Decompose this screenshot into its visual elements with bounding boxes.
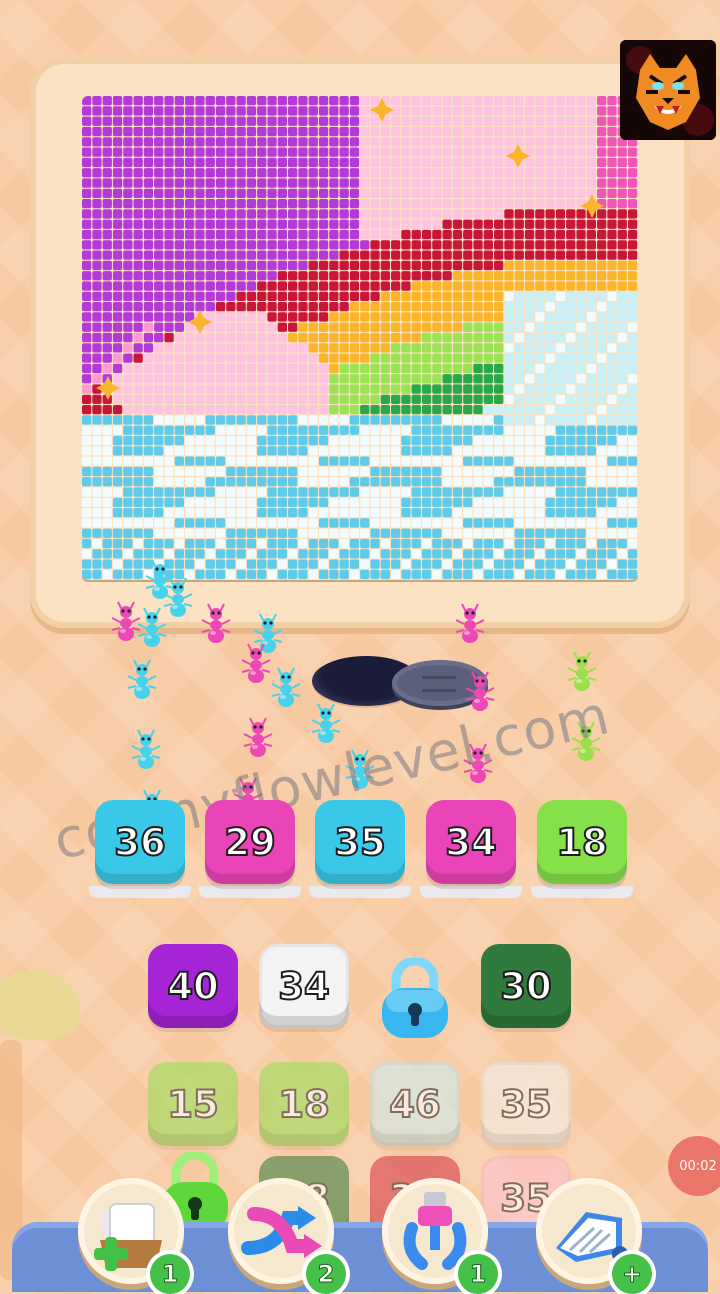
- ant-icon: [122, 656, 162, 700]
- ant-icon: [340, 746, 380, 790]
- grid-tile[interactable]: 34: [259, 944, 349, 1028]
- padlock-icon: [378, 956, 452, 1042]
- ant-icon: [132, 604, 172, 648]
- ant-icon: [126, 726, 166, 770]
- grid-tile[interactable]: 35: [481, 1062, 571, 1146]
- ant-icon: [266, 664, 306, 708]
- pixel-art-canvas: [82, 96, 638, 580]
- ant-icon: [566, 718, 606, 762]
- timer-badge: 00:02: [668, 1136, 720, 1196]
- tiger-avatar-icon[interactable]: [620, 40, 716, 140]
- tool-count-badge: +: [612, 1254, 652, 1294]
- ant-icon: [562, 648, 602, 692]
- ant-icon: [306, 700, 346, 744]
- ant-icon: [196, 600, 236, 644]
- pixel-art-board: [82, 96, 638, 580]
- slot-tile[interactable]: 36: [89, 800, 191, 898]
- ant-icon: [450, 600, 490, 644]
- slot-tile[interactable]: 29: [199, 800, 301, 898]
- grid-tile[interactable]: 18: [259, 1062, 349, 1146]
- tool-count-badge: 1: [150, 1254, 190, 1294]
- decor-leaf: [0, 970, 80, 1040]
- slot-tile[interactable]: 18: [531, 800, 633, 898]
- grid-tile[interactable]: 40: [148, 944, 238, 1028]
- tool-count-badge: 1: [458, 1254, 498, 1294]
- ant-icon: [460, 668, 500, 712]
- ant-icon: [458, 740, 498, 784]
- tool-count-badge: 2: [306, 1254, 346, 1294]
- slot-tile[interactable]: 35: [309, 800, 411, 898]
- grid-tile[interactable]: 30: [481, 944, 571, 1028]
- grid-tile[interactable]: 46: [370, 1062, 460, 1146]
- grid-tile[interactable]: 15: [148, 1062, 238, 1146]
- ant-icon: [238, 714, 278, 758]
- slot-tile[interactable]: 34: [420, 800, 522, 898]
